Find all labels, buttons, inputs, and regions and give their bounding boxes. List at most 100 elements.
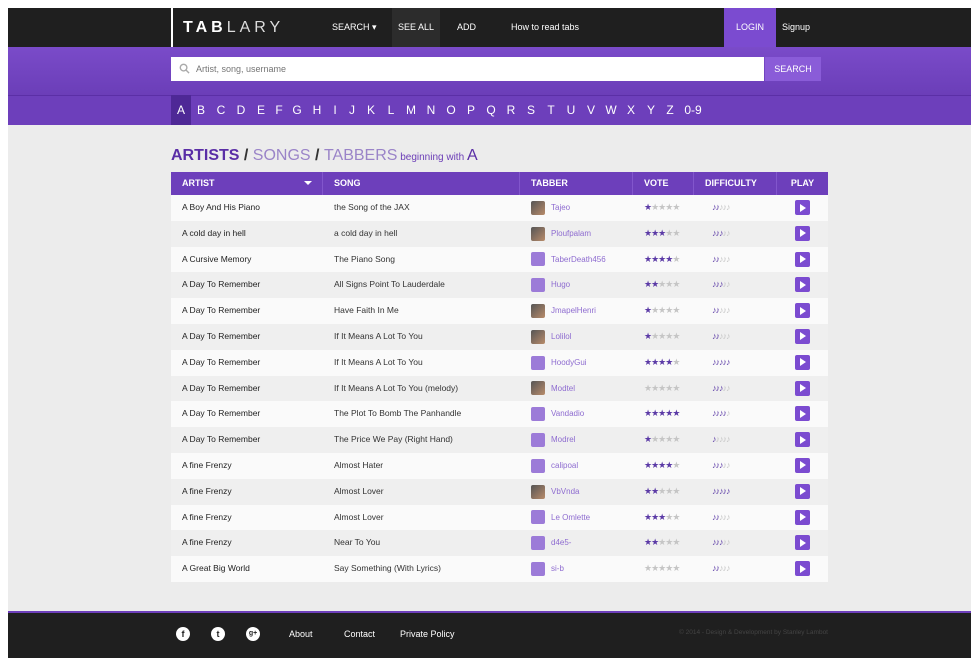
table-row[interactable]: A fine Frenzy Almost Lover VbVnda ★★★★★ ♪♪♪♪…	[171, 478, 828, 505]
song-cell[interactable]: If It Means A Lot To You	[323, 324, 520, 350]
table-row[interactable]: A Day To Remember If It Means A Lot To Yo…	[171, 375, 828, 402]
song-cell[interactable]: Have Faith In Me	[323, 298, 520, 324]
site-logo[interactable]: TAB LARY	[171, 8, 284, 47]
song-cell[interactable]: Say Something (With Lyrics)	[323, 556, 520, 582]
artist-cell[interactable]: A cold day in hell	[171, 221, 323, 247]
star-rating[interactable]: ★★★★★	[644, 434, 680, 444]
star-rating[interactable]: ★★★★★	[644, 563, 680, 573]
column-header-vote[interactable]: VOTE	[633, 172, 694, 195]
letter-filter-r[interactable]: R	[501, 95, 521, 125]
column-header-tabber[interactable]: TABBER	[520, 172, 633, 195]
avatar[interactable]	[531, 407, 545, 422]
song-cell[interactable]: the Song of the JAX	[323, 195, 520, 221]
play-button-icon[interactable]	[795, 328, 810, 344]
footer-privacy-link[interactable]: Private Policy	[400, 627, 455, 641]
tabber-link[interactable]: Vandadio	[551, 401, 584, 427]
heading-artists-link[interactable]: ARTISTS	[171, 147, 239, 164]
star-rating[interactable]: ★★★★★	[644, 357, 680, 367]
play-button-icon[interactable]	[795, 251, 810, 267]
heading-songs-link[interactable]: SONGS	[253, 147, 311, 164]
letter-filter-h[interactable]: H	[307, 95, 327, 125]
song-cell[interactable]: Almost Lover	[323, 505, 520, 531]
letter-filter-z[interactable]: Z	[661, 95, 679, 125]
star-rating[interactable]: ★★★★★	[644, 408, 680, 418]
letter-filter-o[interactable]: O	[441, 95, 461, 125]
avatar[interactable]	[531, 226, 545, 241]
star-rating[interactable]: ★★★★★	[644, 537, 680, 547]
artist-cell[interactable]: A Great Big World	[171, 556, 323, 582]
letter-filter-q[interactable]: Q	[481, 95, 501, 125]
facebook-icon[interactable]: f	[176, 627, 190, 641]
song-cell[interactable]: All Signs Point To Lauderdale	[323, 272, 520, 298]
letter-filter-s[interactable]: S	[521, 95, 541, 125]
letter-filter-0-9[interactable]: 0-9	[679, 95, 707, 125]
artist-cell[interactable]: A Day To Remember	[171, 376, 323, 402]
letter-filter-l[interactable]: L	[381, 95, 401, 125]
table-row[interactable]: A fine Frenzy Near To You d4e5- ★★★★★ ♪♪♪♪♪	[171, 530, 828, 557]
star-rating[interactable]: ★★★★★	[644, 305, 680, 315]
play-button-icon[interactable]	[795, 303, 810, 319]
tabber-link[interactable]: Tajeo	[551, 195, 570, 221]
letter-filter-k[interactable]: K	[361, 95, 381, 125]
song-cell[interactable]: Almost Lover	[323, 479, 520, 505]
artist-cell[interactable]: A Day To Remember	[171, 401, 323, 427]
song-cell[interactable]: If It Means A Lot To You	[323, 350, 520, 376]
table-row[interactable]: A Day To Remember The Price We Pay (Right…	[171, 427, 828, 453]
table-row[interactable]: A Day To Remember If It Means A Lot To Yo…	[171, 349, 828, 376]
table-row[interactable]: A Cursive Memory The Piano Song TaberDeath…	[171, 246, 828, 273]
avatar[interactable]	[531, 562, 545, 577]
letter-filter-c[interactable]: C	[211, 95, 231, 125]
tabber-link[interactable]: si-b	[551, 556, 564, 582]
letter-filter-u[interactable]: U	[561, 95, 581, 125]
table-row[interactable]: A Day To Remember All Signs Point To Laud…	[171, 272, 828, 299]
table-row[interactable]: A Great Big World Say Something (With Lyr…	[171, 556, 828, 582]
star-rating[interactable]: ★★★★★	[644, 383, 680, 393]
table-row[interactable]: A cold day in hell a cold day in hell Plou…	[171, 220, 828, 247]
tabber-link[interactable]: JmapelHenri	[551, 298, 596, 324]
tabber-link[interactable]: Modrel	[551, 427, 575, 453]
artist-cell[interactable]: A fine Frenzy	[171, 530, 323, 556]
play-button-icon[interactable]	[795, 457, 810, 473]
nav-see-all[interactable]: SEE ALL	[392, 8, 441, 47]
song-cell[interactable]: Almost Hater	[323, 453, 520, 479]
twitter-icon[interactable]: t	[211, 627, 225, 641]
tabber-link[interactable]: Lolilol	[551, 324, 571, 350]
star-rating[interactable]: ★★★★★	[644, 486, 680, 496]
letter-filter-n[interactable]: N	[421, 95, 441, 125]
avatar[interactable]	[531, 433, 545, 448]
artist-cell[interactable]: A Day To Remember	[171, 350, 323, 376]
letter-filter-t[interactable]: T	[541, 95, 561, 125]
letter-filter-b[interactable]: B	[191, 95, 211, 125]
song-cell[interactable]: a cold day in hell	[323, 221, 520, 247]
letter-filter-v[interactable]: V	[581, 95, 601, 125]
letter-filter-f[interactable]: F	[271, 95, 287, 125]
avatar[interactable]	[531, 329, 545, 344]
table-row[interactable]: A Day To Remember The Plot To Bomb The Pa…	[171, 401, 828, 428]
letter-filter-m[interactable]: M	[401, 95, 421, 125]
letter-filter-a[interactable]: A	[171, 95, 191, 125]
tabber-link[interactable]: VbVnda	[551, 479, 579, 505]
table-row[interactable]: A fine Frenzy Almost Hater calipoal ★★★★★ ♪♪…	[171, 452, 828, 479]
footer-contact-link[interactable]: Contact	[344, 627, 375, 641]
song-cell[interactable]: Near To You	[323, 530, 520, 556]
artist-cell[interactable]: A fine Frenzy	[171, 479, 323, 505]
star-rating[interactable]: ★★★★★	[644, 202, 680, 212]
tabber-link[interactable]: d4e5-	[551, 530, 571, 556]
play-button-icon[interactable]	[795, 535, 810, 551]
play-button-icon[interactable]	[795, 200, 810, 215]
table-row[interactable]: A Day To Remember Have Faith In Me JmapelH…	[171, 298, 828, 324]
play-button-icon[interactable]	[795, 380, 810, 396]
artist-cell[interactable]: A fine Frenzy	[171, 453, 323, 479]
avatar[interactable]	[531, 458, 545, 473]
star-rating[interactable]: ★★★★★	[644, 512, 680, 522]
nav-how-to-read-tabs[interactable]: How to read tabs	[505, 8, 585, 47]
star-rating[interactable]: ★★★★★	[644, 331, 680, 341]
artist-cell[interactable]: A Day To Remember	[171, 298, 323, 324]
play-button-icon[interactable]	[795, 277, 810, 293]
footer-about-link[interactable]: About	[289, 627, 313, 641]
song-cell[interactable]: The Piano Song	[323, 247, 520, 273]
tabber-link[interactable]: HoodyGui	[551, 350, 587, 376]
letter-filter-p[interactable]: P	[461, 95, 481, 125]
avatar[interactable]	[531, 304, 545, 319]
login-button[interactable]: LOGIN	[724, 8, 777, 47]
